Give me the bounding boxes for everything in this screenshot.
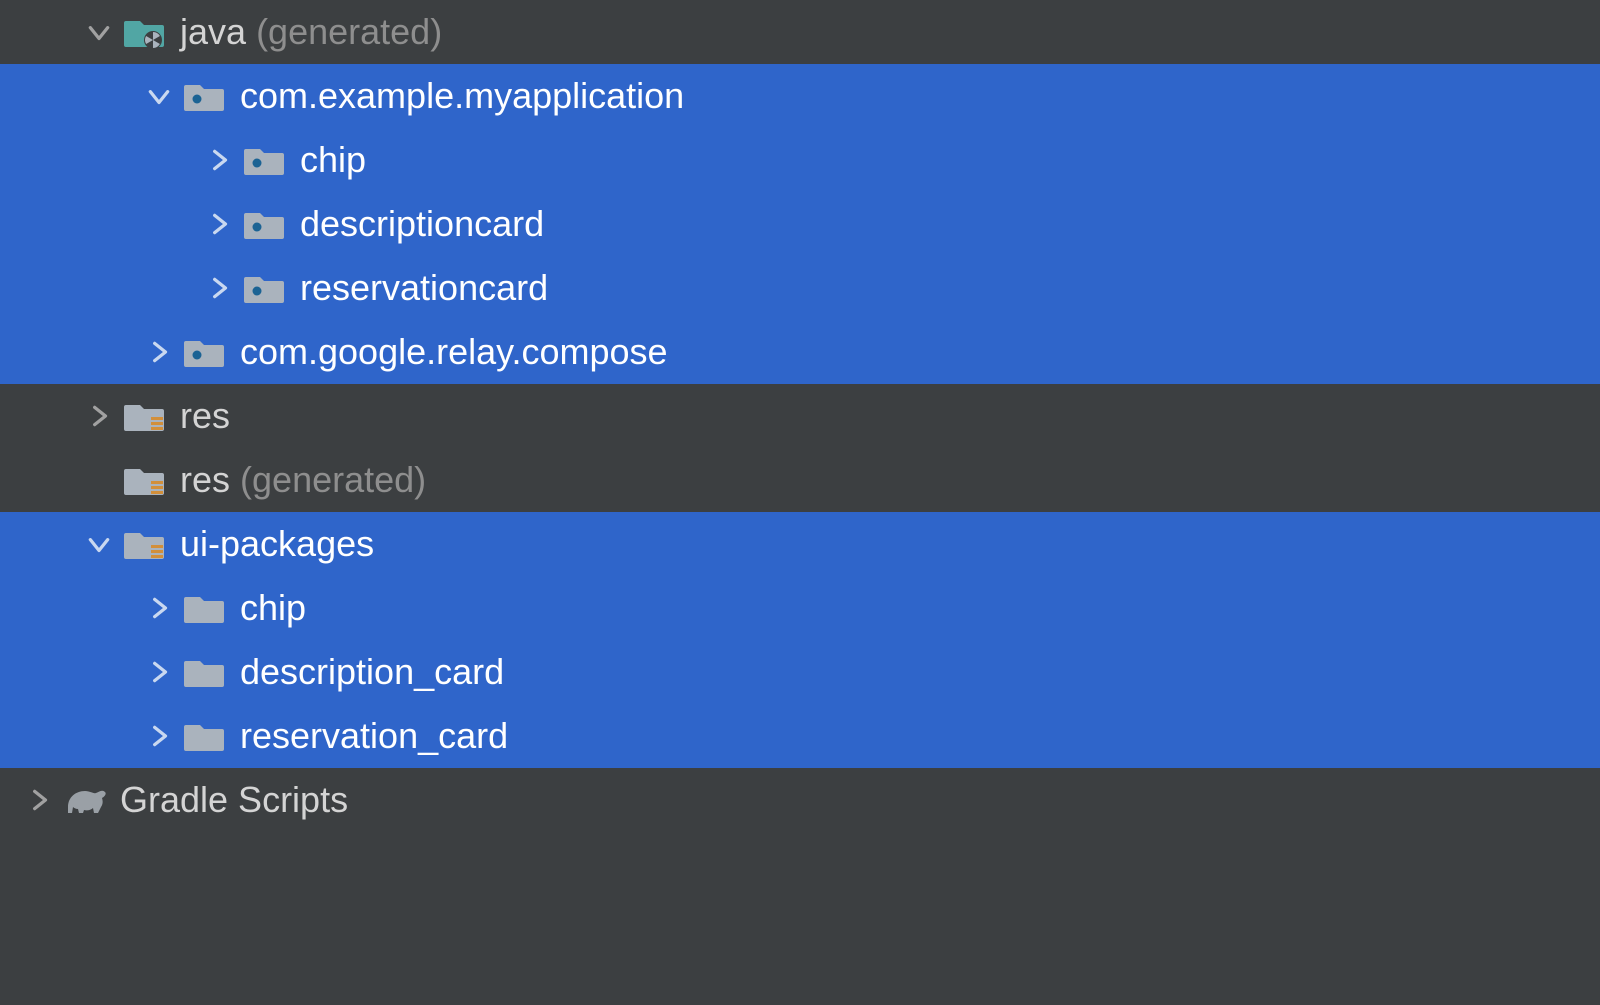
folder-icon (184, 591, 226, 625)
tree-item-reservation-card-uipkg[interactable]: reservation_card (0, 704, 1600, 768)
package-folder-icon (184, 79, 226, 113)
folder-icon (184, 655, 226, 689)
chevron-right-icon[interactable] (144, 595, 174, 621)
tree-item-label: res (180, 398, 230, 434)
tree-item-res[interactable]: res (0, 384, 1600, 448)
folder-icon (184, 719, 226, 753)
chevron-right-icon[interactable] (204, 211, 234, 237)
chevron-right-icon[interactable] (204, 147, 234, 173)
package-folder-icon (244, 271, 286, 305)
source-folder-icon (124, 15, 166, 49)
chevron-right-icon[interactable] (144, 339, 174, 365)
tree-item-label: reservation_card (240, 718, 508, 754)
tree-item-com-google-relay-compose[interactable]: com.google.relay.compose (0, 320, 1600, 384)
package-folder-icon (244, 207, 286, 241)
tree-item-description-card-uipkg[interactable]: description_card (0, 640, 1600, 704)
chevron-down-icon[interactable] (84, 19, 114, 45)
chevron-down-icon[interactable] (144, 83, 174, 109)
package-folder-icon (184, 335, 226, 369)
chevron-right-icon[interactable] (144, 659, 174, 685)
tree-item-label: ui-packages (180, 526, 374, 562)
tree-item-ui-packages[interactable]: ui-packages (0, 512, 1600, 576)
tree-item-label: chip (300, 142, 366, 178)
tree-item-label: Gradle Scripts (120, 782, 348, 818)
tree-item-gradle-scripts[interactable]: Gradle Scripts (0, 768, 1600, 832)
tree-item-descriptioncard-pkg[interactable]: descriptioncard (0, 192, 1600, 256)
tree-item-label: reservationcard (300, 270, 548, 306)
gradle-icon (64, 783, 106, 817)
tree-item-java-generated[interactable]: java (generated) (0, 0, 1600, 64)
tree-item-label: chip (240, 590, 306, 626)
tree-item-label: description_card (240, 654, 504, 690)
resource-folder-icon (124, 463, 166, 497)
tree-item-label: descriptioncard (300, 206, 544, 242)
chevron-right-icon[interactable] (84, 403, 114, 429)
tree-item-label: java (generated) (180, 14, 442, 50)
chevron-right-icon[interactable] (144, 723, 174, 749)
chevron-right-icon[interactable] (24, 787, 54, 813)
tree-item-label: com.google.relay.compose (240, 334, 668, 370)
resource-folder-icon (124, 399, 166, 433)
package-folder-icon (244, 143, 286, 177)
chevron-down-icon[interactable] (84, 531, 114, 557)
tree-item-com-example-myapplication[interactable]: com.example.myapplication (0, 64, 1600, 128)
tree-item-reservationcard-pkg[interactable]: reservationcard (0, 256, 1600, 320)
tree-item-chip-uipkg[interactable]: chip (0, 576, 1600, 640)
tree-item-res-generated[interactable]: res (generated) (0, 448, 1600, 512)
chevron-right-icon[interactable] (204, 275, 234, 301)
tree-item-label: res (generated) (180, 462, 426, 498)
tree-item-label: com.example.myapplication (240, 78, 684, 114)
resource-folder-icon (124, 527, 166, 561)
tree-item-chip-pkg[interactable]: chip (0, 128, 1600, 192)
